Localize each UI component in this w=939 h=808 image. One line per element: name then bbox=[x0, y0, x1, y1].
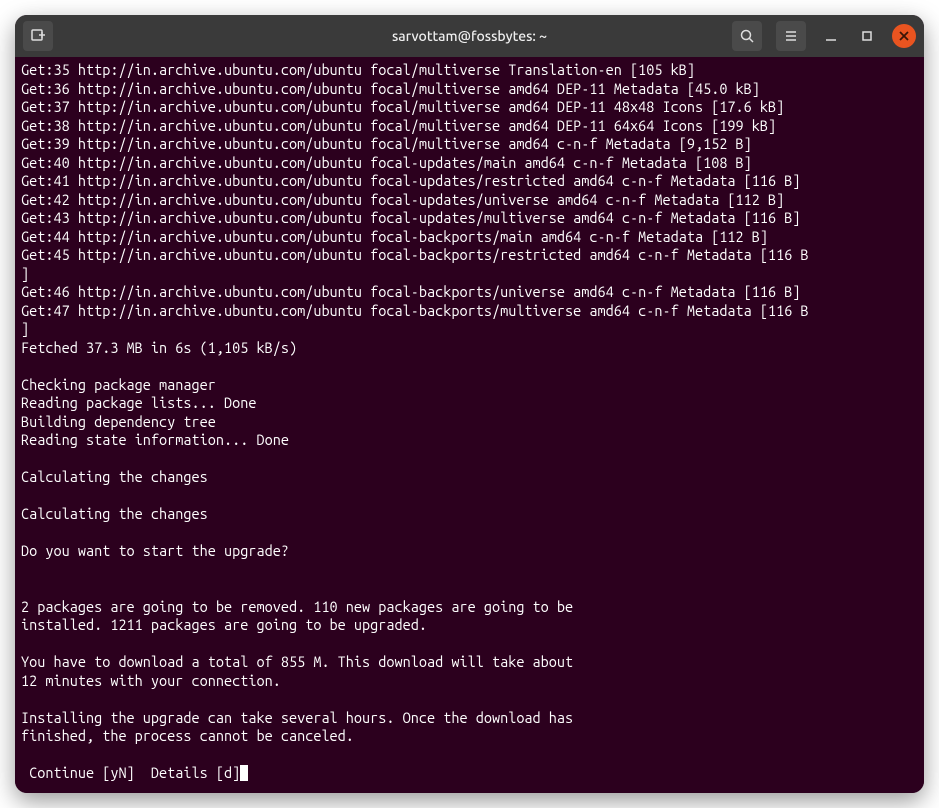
terminal-line bbox=[21, 561, 918, 580]
terminal-window: sarvottam@fossbytes: ~ bbox=[15, 15, 924, 793]
titlebar-right bbox=[732, 21, 916, 51]
minimize-icon bbox=[824, 29, 838, 43]
terminal-line: Get:36 http://in.archive.ubuntu.com/ubun… bbox=[21, 80, 918, 99]
terminal-line: Get:38 http://in.archive.ubuntu.com/ubun… bbox=[21, 117, 918, 136]
terminal-line: Get:40 http://in.archive.ubuntu.com/ubun… bbox=[21, 154, 918, 173]
new-tab-icon bbox=[30, 28, 46, 44]
terminal-line: Get:42 http://in.archive.ubuntu.com/ubun… bbox=[21, 191, 918, 210]
terminal-line bbox=[21, 635, 918, 654]
terminal-line bbox=[21, 357, 918, 376]
terminal-line: Checking package manager bbox=[21, 376, 918, 395]
close-button[interactable] bbox=[892, 24, 916, 48]
terminal-prompt-line: Continue [yN] Details [d] bbox=[21, 764, 918, 783]
prompt-text: Continue [yN] Details [d] bbox=[21, 764, 240, 781]
terminal-output: Get:35 http://in.archive.ubuntu.com/ubun… bbox=[21, 61, 918, 764]
terminal-line: Get:43 http://in.archive.ubuntu.com/ubun… bbox=[21, 209, 918, 228]
terminal-line bbox=[21, 524, 918, 543]
maximize-button[interactable] bbox=[856, 25, 878, 47]
terminal-line: Fetched 37.3 MB in 6s (1,105 kB/s) bbox=[21, 339, 918, 358]
terminal-line bbox=[21, 579, 918, 598]
terminal-line: Reading state information... Done bbox=[21, 431, 918, 450]
terminal-line: 2 packages are going to be removed. 110 … bbox=[21, 598, 918, 617]
titlebar-left bbox=[23, 21, 53, 51]
terminal-line bbox=[21, 450, 918, 469]
terminal-line: Get:45 http://in.archive.ubuntu.com/ubun… bbox=[21, 246, 918, 265]
cursor bbox=[240, 765, 248, 781]
terminal-line: installed. 1211 packages are going to be… bbox=[21, 616, 918, 635]
terminal-line: Installing the upgrade can take several … bbox=[21, 709, 918, 728]
close-icon bbox=[899, 31, 909, 41]
minimize-button[interactable] bbox=[820, 25, 842, 47]
terminal-line bbox=[21, 690, 918, 709]
terminal-line: Get:39 http://in.archive.ubuntu.com/ubun… bbox=[21, 135, 918, 154]
terminal-line: Get:47 http://in.archive.ubuntu.com/ubun… bbox=[21, 302, 918, 321]
search-icon bbox=[739, 28, 755, 44]
search-button[interactable] bbox=[732, 21, 762, 51]
terminal-line: ] bbox=[21, 265, 918, 284]
terminal-line: You have to download a total of 855 M. T… bbox=[21, 653, 918, 672]
terminal-line: Reading package lists... Done bbox=[21, 394, 918, 413]
terminal-line: finished, the process cannot be canceled… bbox=[21, 727, 918, 746]
hamburger-icon bbox=[783, 28, 799, 44]
terminal-line: Get:44 http://in.archive.ubuntu.com/ubun… bbox=[21, 228, 918, 247]
terminal-line: Do you want to start the upgrade? bbox=[21, 542, 918, 561]
menu-button[interactable] bbox=[776, 21, 806, 51]
terminal-line: ] bbox=[21, 320, 918, 339]
terminal-line: Get:46 http://in.archive.ubuntu.com/ubun… bbox=[21, 283, 918, 302]
new-tab-button[interactable] bbox=[23, 21, 53, 51]
terminal-line bbox=[21, 746, 918, 765]
terminal-line bbox=[21, 487, 918, 506]
terminal-line: Get:37 http://in.archive.ubuntu.com/ubun… bbox=[21, 98, 918, 117]
titlebar: sarvottam@fossbytes: ~ bbox=[15, 15, 924, 57]
terminal-line: Get:35 http://in.archive.ubuntu.com/ubun… bbox=[21, 61, 918, 80]
terminal-line: Calculating the changes bbox=[21, 468, 918, 487]
window-title: sarvottam@fossbytes: ~ bbox=[392, 28, 547, 44]
maximize-icon bbox=[860, 29, 874, 43]
terminal-body[interactable]: Get:35 http://in.archive.ubuntu.com/ubun… bbox=[15, 57, 924, 793]
terminal-line: Get:41 http://in.archive.ubuntu.com/ubun… bbox=[21, 172, 918, 191]
terminal-line: Calculating the changes bbox=[21, 505, 918, 524]
terminal-line: Building dependency tree bbox=[21, 413, 918, 432]
terminal-line: 12 minutes with your connection. bbox=[21, 672, 918, 691]
